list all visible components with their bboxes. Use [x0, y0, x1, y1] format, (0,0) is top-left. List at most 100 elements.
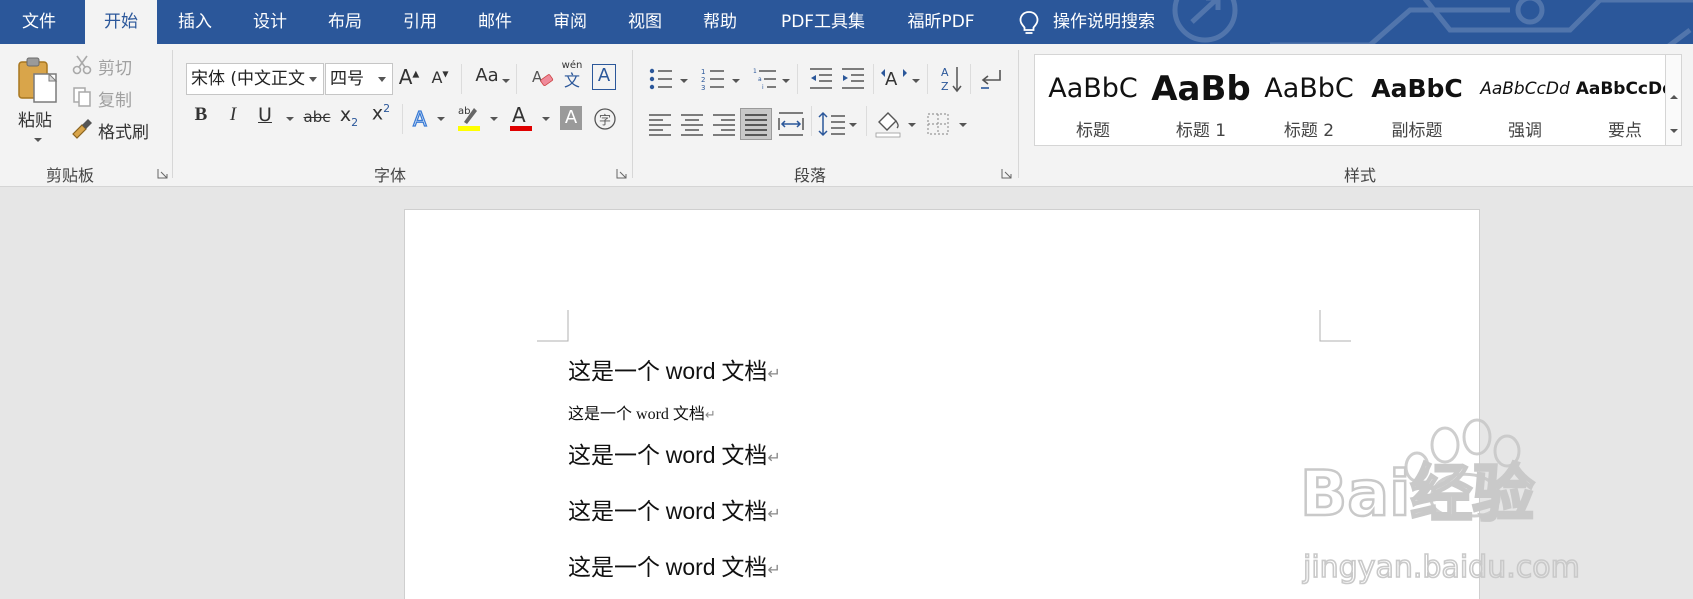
document-paragraph[interactable]: 这是一个 word 文档↵ — [568, 436, 781, 470]
chinese-layout-dropdown-arrow[interactable] — [912, 79, 920, 83]
justify-button[interactable] — [740, 108, 772, 140]
document-paragraph[interactable]: 这是一个 word 文档↵ — [568, 400, 716, 424]
italic-button[interactable]: I — [222, 104, 244, 126]
document-paragraph[interactable]: 这是一个 word 文档↵ — [568, 492, 781, 526]
chinese-layout-icon[interactable]: A — [880, 64, 908, 92]
scissors-icon[interactable] — [72, 54, 92, 76]
numbering-dropdown-arrow[interactable] — [732, 79, 740, 83]
tab-review[interactable]: 审阅 — [540, 0, 600, 44]
highlighter-icon[interactable]: ab — [456, 102, 482, 132]
chevron-up-icon[interactable] — [1670, 95, 1678, 99]
font-color-icon[interactable]: A — [508, 102, 534, 132]
subscript-button[interactable]: x2 — [338, 104, 360, 129]
chevron-down-icon[interactable] — [309, 77, 317, 82]
shading-icon[interactable] — [874, 108, 902, 138]
style-item-heading-1[interactable]: AaBb 标题 1 — [1147, 55, 1255, 145]
tab-layout[interactable]: 布局 — [315, 0, 375, 44]
style-item-subtitle[interactable]: AaBbC 副标题 — [1363, 55, 1471, 145]
align-right-icon[interactable] — [712, 112, 736, 136]
decrease-indent-icon[interactable] — [808, 66, 834, 92]
tab-references[interactable]: 引用 — [390, 0, 450, 44]
font-size-value: 四号 — [330, 69, 364, 89]
style-item-strong[interactable]: AaBbCcDd 要点 — [1571, 55, 1679, 145]
chevron-down-icon[interactable] — [1670, 129, 1678, 133]
multilevel-list-icon[interactable]: 1ai — [752, 66, 778, 92]
circuit-decoration — [1172, 0, 1693, 44]
tab-mailings[interactable]: 邮件 — [465, 0, 525, 44]
bullets-icon[interactable] — [648, 66, 674, 92]
paste-dropdown-arrow[interactable] — [34, 138, 42, 142]
font-color-dropdown-arrow[interactable] — [542, 117, 550, 121]
bullets-dropdown-arrow[interactable] — [680, 79, 688, 83]
document-paragraph[interactable]: 这是一个 word 文档↵ — [568, 548, 781, 582]
copy-label[interactable]: 复制 — [98, 86, 132, 111]
shading-dropdown-arrow[interactable] — [908, 123, 916, 127]
cut-label[interactable]: 剪切 — [98, 54, 132, 79]
paste-icon[interactable] — [16, 56, 60, 106]
font-size-combo[interactable]: 四号 — [325, 63, 393, 95]
paragraph-text-cn: 文档 — [715, 443, 768, 468]
tab-design[interactable]: 设计 — [240, 0, 300, 44]
sort-icon[interactable]: AZ — [940, 64, 964, 94]
styles-gallery[interactable]: AaBbC 标题 AaBb 标题 1 AaBbC 标题 2 AaBbC 副标题 … — [1034, 54, 1682, 146]
change-case-button[interactable]: Aa — [470, 65, 504, 86]
font-name-combo[interactable]: 宋体 (中文正文 — [186, 63, 324, 95]
tell-me-search[interactable]: 操作说明搜索 — [1053, 0, 1175, 44]
show-hide-marks-icon[interactable] — [978, 66, 1004, 92]
align-left-icon[interactable] — [648, 112, 672, 136]
character-shading-button[interactable]: A — [560, 106, 582, 130]
shrink-font-button[interactable]: A▼ — [429, 68, 451, 87]
underline-dropdown-arrow[interactable] — [286, 117, 294, 121]
character-border-button[interactable]: A — [592, 64, 616, 90]
phonetic-guide-button[interactable]: wén 文 — [560, 60, 584, 94]
tab-pdf-tools[interactable]: PDF工具集 — [770, 0, 876, 44]
grow-font-button[interactable]: A▲ — [398, 65, 420, 89]
text-effects-dropdown-arrow[interactable] — [437, 117, 445, 121]
increase-indent-icon[interactable] — [840, 66, 866, 92]
borders-dropdown-arrow[interactable] — [959, 123, 967, 127]
margin-corner-mark — [1319, 310, 1351, 342]
copy-icon[interactable] — [72, 86, 92, 108]
tab-insert[interactable]: 插入 — [165, 0, 225, 44]
svg-text:1: 1 — [753, 68, 757, 75]
paste-label[interactable]: 粘贴 — [18, 106, 52, 131]
chevron-down-icon[interactable] — [378, 77, 386, 82]
tab-help[interactable]: 帮助 — [690, 0, 750, 44]
document-paragraph[interactable]: 这是一个 word 文档↵ — [568, 352, 781, 386]
lightbulb-icon[interactable] — [1018, 10, 1040, 36]
change-case-dropdown-arrow[interactable] — [502, 79, 510, 83]
line-spacing-icon[interactable] — [818, 110, 846, 138]
numbering-icon[interactable]: 123 — [700, 66, 726, 92]
tab-file[interactable]: 文件 — [0, 0, 78, 44]
svg-text:A: A — [413, 107, 427, 130]
style-item-title[interactable]: AaBbC 标题 — [1039, 55, 1147, 145]
font-dialog-launcher-icon[interactable] — [616, 168, 627, 179]
format-painter-label[interactable]: 格式刷 — [98, 118, 149, 143]
enclose-characters-icon[interactable]: 字 — [592, 106, 618, 132]
tab-home[interactable]: 开始 — [85, 0, 157, 44]
style-item-heading-2[interactable]: AaBbC 标题 2 — [1255, 55, 1363, 145]
watermark-url-text: jingyan.baidu.com — [1302, 550, 1580, 585]
bold-button[interactable]: B — [190, 104, 212, 126]
underline-button[interactable]: U — [254, 104, 276, 126]
format-painter-icon[interactable] — [70, 118, 94, 140]
borders-icon[interactable] — [926, 112, 950, 136]
line-spacing-dropdown-arrow[interactable] — [849, 123, 857, 127]
highlight-dropdown-arrow[interactable] — [490, 117, 498, 121]
separator — [970, 64, 971, 94]
tab-view[interactable]: 视图 — [615, 0, 675, 44]
gallery-scrollbar[interactable] — [1665, 55, 1681, 145]
distributed-icon[interactable] — [778, 110, 804, 138]
clear-formatting-icon[interactable]: A — [530, 66, 554, 90]
style-item-emphasis[interactable]: AaBbCcDd 强调 — [1471, 55, 1579, 145]
superscript-button[interactable]: x2 — [370, 102, 392, 124]
tab-foxit-pdf[interactable]: 福昕PDF — [895, 0, 987, 44]
align-center-icon[interactable] — [680, 112, 704, 136]
strikethrough-button[interactable]: abc — [302, 108, 332, 126]
paragraph-dialog-launcher-icon[interactable] — [1001, 168, 1012, 179]
clipboard-dialog-launcher-icon[interactable] — [157, 168, 168, 179]
paragraph-text-word: word — [665, 498, 716, 524]
multilevel-dropdown-arrow[interactable] — [782, 79, 790, 83]
justify-icon — [745, 114, 767, 136]
text-effects-icon[interactable]: A — [410, 106, 434, 130]
